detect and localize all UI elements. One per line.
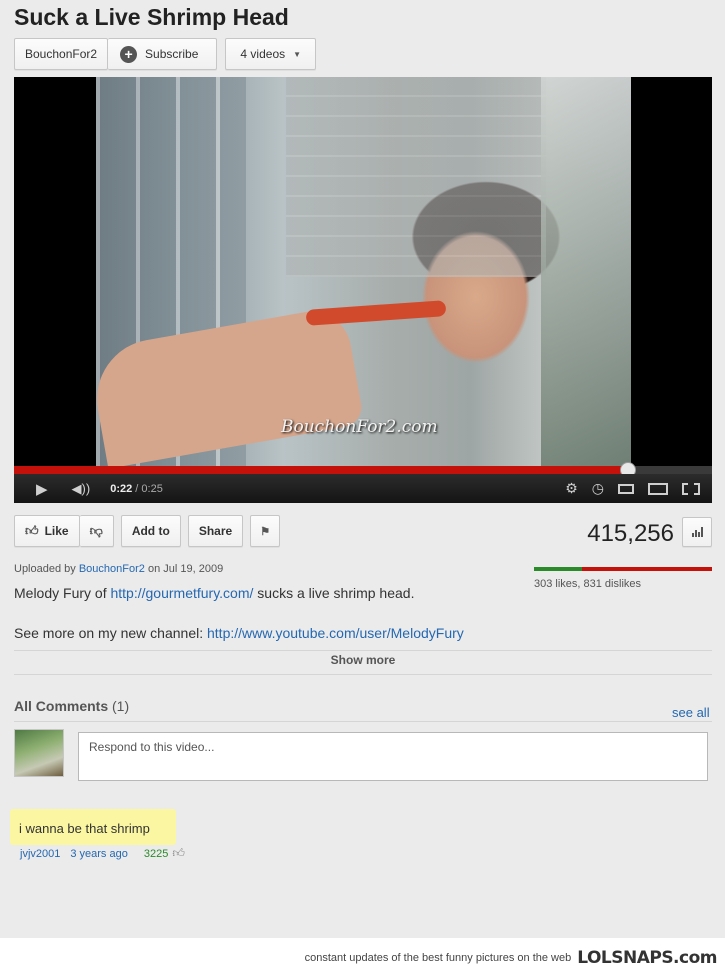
site-footer: constant updates of the best funny pictu…	[0, 938, 725, 978]
play-icon[interactable]: ▶	[36, 480, 48, 498]
videos-dropdown[interactable]: 4 videos ▼	[225, 38, 317, 70]
like-button[interactable]: 👍︎ Like	[14, 515, 80, 547]
action-bar: 👍︎ Like 👎︎ Add to Share ⚑	[14, 515, 281, 547]
video-watermark: BouchonFor2.com	[281, 417, 438, 437]
large-player-icon[interactable]	[648, 482, 668, 495]
uploaded-by-prefix: Uploaded by	[14, 563, 76, 575]
avatar	[14, 729, 64, 777]
thumbs-up-icon: 👍︎	[25, 523, 39, 538]
like-label: Like	[44, 524, 69, 538]
player-controls: ▶ ◀)) 0:22 / 0:25 ⚙ ◷	[14, 474, 712, 503]
gear-icon[interactable]: ⚙	[565, 480, 578, 497]
add-to-button[interactable]: Add to	[120, 515, 181, 547]
description-line-1: Melody Fury of http://gourmetfury.com/ s…	[14, 585, 414, 601]
see-all-link[interactable]: see all	[672, 705, 710, 720]
chevron-down-icon: ▼	[293, 49, 302, 59]
channel-link[interactable]: http://www.youtube.com/user/MelodyFury	[207, 625, 464, 641]
comment-author-link[interactable]: jvjv2001	[20, 848, 60, 860]
subscribe-label: Subscribe	[145, 47, 199, 61]
like-ratio-bar	[534, 567, 712, 571]
channel-name-button[interactable]: BouchonFor2	[14, 38, 109, 70]
footer-tagline: constant updates of the best funny pictu…	[304, 952, 572, 964]
upload-date: on Jul 19, 2009	[147, 563, 224, 575]
stats-button[interactable]	[682, 517, 712, 547]
progress-bar[interactable]	[14, 462, 712, 478]
video-scene-shrimp	[305, 300, 447, 326]
time-display: 0:22 / 0:25	[110, 483, 163, 495]
comment-votes: 3225	[143, 847, 169, 860]
description-link[interactable]: http://gourmetfury.com/	[110, 585, 253, 601]
flag-button[interactable]: ⚑	[250, 515, 281, 547]
show-more-button[interactable]: Show more	[14, 653, 712, 667]
description-text: sucks a live shrimp head.	[257, 585, 415, 601]
current-time: 0:22	[110, 482, 133, 495]
plus-icon: +	[120, 45, 138, 63]
progress-fill	[14, 466, 629, 474]
volume-icon[interactable]: ◀))	[72, 481, 91, 497]
view-count: 415,256	[587, 520, 674, 547]
divider	[14, 650, 712, 651]
description-text: See more on my new channel:	[14, 625, 204, 641]
like-dislike-group: 👍︎ Like 👎︎	[14, 515, 114, 547]
divider	[14, 721, 712, 722]
divider	[14, 674, 712, 675]
upload-info: Uploaded by BouchonFor2 on Jul 19, 2009	[14, 563, 223, 575]
watch-later-icon[interactable]: ◷	[592, 480, 604, 497]
small-player-icon[interactable]	[618, 483, 634, 494]
channel-subscribe-group: BouchonFor2 + Subscribe	[14, 38, 218, 70]
footer-brand[interactable]: LOLSNAPS.com	[577, 948, 717, 968]
video-scene-wall	[286, 77, 546, 277]
likes-dislikes-count: 303 likes, 831 dislikes	[534, 578, 642, 590]
uploader-link[interactable]: BouchonFor2	[79, 563, 145, 575]
video-frame[interactable]: BouchonFor2.com	[96, 77, 631, 466]
description-text: Melody Fury of	[14, 585, 107, 601]
video-title: Suck a Live Shrimp Head	[14, 4, 289, 30]
player-controls-right: ⚙ ◷	[565, 480, 700, 497]
comment-text: i wanna be that shrimp	[10, 809, 176, 845]
fullscreen-icon[interactable]	[682, 482, 700, 495]
like-ratio-fill	[534, 567, 582, 571]
comment-meta: jvjv2001 3 years ago 3225 👍︎	[20, 846, 185, 861]
comments-heading-label: All Comments	[14, 698, 109, 714]
video-player[interactable]: BouchonFor2.com ▶ ◀)) 0:22 / 0:25 ⚙ ◷	[14, 77, 712, 503]
share-button[interactable]: Share	[187, 515, 244, 547]
thumbs-down-icon: 👎︎	[89, 523, 103, 538]
dislike-button[interactable]: 👎︎	[79, 515, 114, 547]
duration: 0:25	[141, 482, 163, 495]
bar-chart-icon	[691, 527, 703, 537]
comment-age-link[interactable]: 3 years ago	[70, 848, 127, 860]
channel-bar: BouchonFor2 + Subscribe 4 videos ▼	[14, 38, 317, 70]
description-line-2: See more on my new channel: http://www.y…	[14, 625, 464, 641]
comment-input[interactable]	[78, 732, 708, 781]
video-scene-skyline	[541, 77, 631, 466]
flag-icon: ⚑	[260, 525, 271, 538]
comments-count: (1)	[112, 698, 130, 714]
comments-heading: All Comments (1)	[14, 698, 129, 714]
subscribe-button[interactable]: + Subscribe	[108, 38, 218, 70]
thumbs-up-icon[interactable]: 👍︎	[172, 846, 185, 861]
videos-label: 4 videos	[240, 47, 286, 61]
